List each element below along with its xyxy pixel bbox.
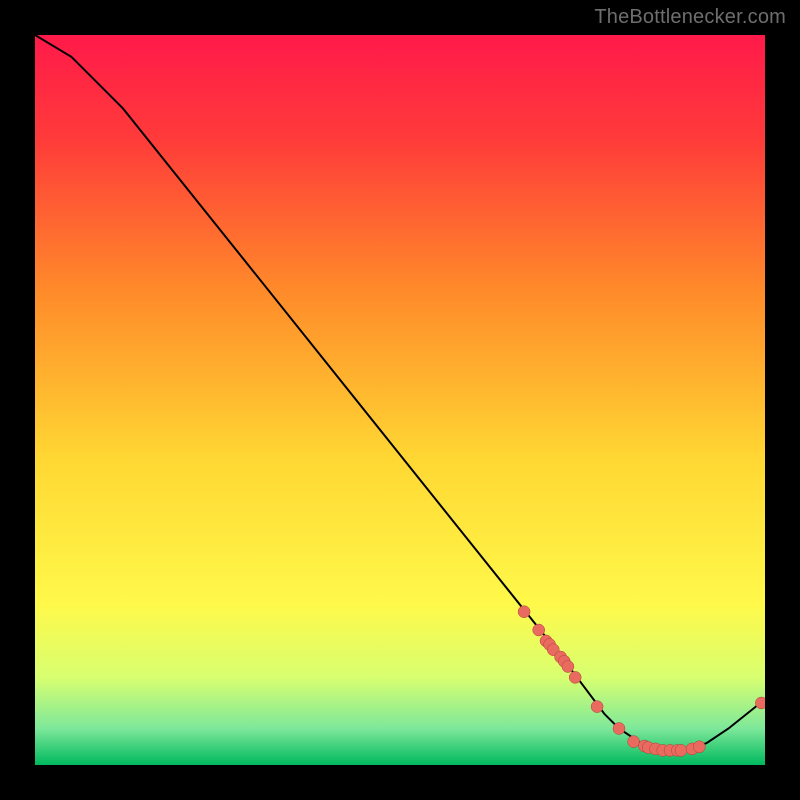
chart-container: TheBottlenecker.com — [0, 0, 800, 800]
gradient-background — [35, 35, 765, 765]
scatter-dot — [569, 671, 581, 683]
scatter-dot — [562, 661, 574, 673]
plot-area — [35, 35, 765, 765]
scatter-dot — [613, 723, 625, 735]
scatter-dot — [755, 697, 765, 709]
scatter-dot — [628, 736, 640, 748]
scatter-dot — [693, 741, 705, 753]
scatter-dot — [533, 624, 545, 636]
scatter-dot — [675, 744, 687, 756]
scatter-dot — [591, 701, 603, 713]
scatter-dot — [518, 606, 530, 618]
watermark-text: TheBottlenecker.com — [594, 6, 786, 29]
chart-svg — [35, 35, 765, 765]
